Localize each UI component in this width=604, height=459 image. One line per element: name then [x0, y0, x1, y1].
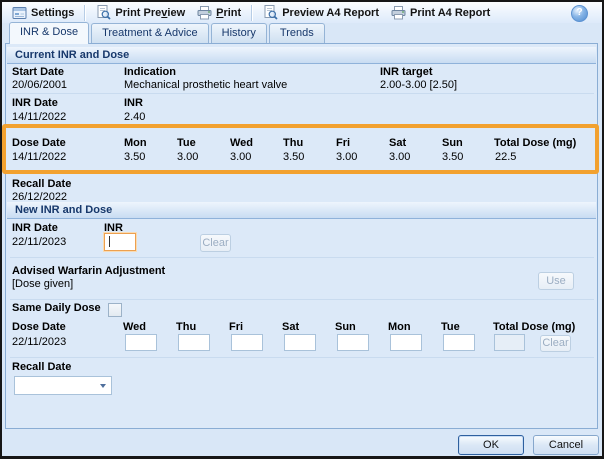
- help-button[interactable]: ?: [571, 5, 588, 22]
- inr-dose-dialog: Settings Print Preview Print Preview A4 …: [0, 0, 604, 459]
- clear-inr-button[interactable]: Clear: [200, 234, 231, 252]
- preview-a4-report-label: Preview A4 Report: [282, 7, 379, 19]
- current-dose-date-value: 14/11/2022: [12, 151, 66, 163]
- current-day-header-sun: Sun: [442, 137, 463, 149]
- current-dose-wed: 3.00: [230, 151, 251, 163]
- toolbar: Settings Print Preview Print Preview A4 …: [2, 2, 602, 23]
- same-daily-dose-label: Same Daily Dose: [12, 302, 101, 314]
- current-day-header-fri: Fri: [336, 137, 350, 149]
- current-total-dose-value: 22.5: [495, 151, 516, 163]
- print-a4-report-button[interactable]: Print A4 Report: [385, 5, 496, 21]
- advised-adjustment-value: [Dose given]: [12, 278, 73, 290]
- new-inr-date-value: 22/11/2023: [12, 236, 66, 248]
- print-preview-button[interactable]: Print Preview: [90, 4, 191, 21]
- current-inr-date-label: INR Date: [12, 97, 58, 109]
- dose-input-fri[interactable]: [231, 334, 263, 351]
- current-dose-fri: 3.00: [336, 151, 357, 163]
- new-recall-date-label: Recall Date: [12, 361, 71, 373]
- new-total-dose-box: [494, 334, 525, 351]
- row-divider: [10, 299, 594, 300]
- same-daily-dose-checkbox[interactable]: [108, 303, 122, 317]
- chevron-down-icon: [100, 384, 106, 388]
- current-day-header-sat: Sat: [389, 137, 406, 149]
- dose-input-sat[interactable]: [284, 334, 316, 351]
- recall-date-dropdown[interactable]: [14, 376, 112, 395]
- new-day-header-fri: Fri: [229, 321, 243, 333]
- new-total-dose-label: Total Dose (mg): [493, 321, 575, 333]
- new-day-header-wed: Wed: [123, 321, 146, 333]
- current-dose-sat: 3.00: [389, 151, 410, 163]
- dose-input-mon[interactable]: [390, 334, 422, 351]
- toolbar-separator: [251, 5, 253, 21]
- inr-target-value: 2.00-3.00 [2.50]: [380, 79, 457, 91]
- current-inr-label: INR: [124, 97, 143, 109]
- current-day-header-tue: Tue: [177, 137, 196, 149]
- current-recall-date-label: Recall Date: [12, 178, 71, 190]
- indication-value: Mechanical prosthetic heart valve: [124, 79, 287, 91]
- current-inr-date-value: 14/11/2022: [12, 111, 66, 123]
- current-inr-value: 2.40: [124, 111, 145, 123]
- new-dose-date-value: 22/11/2023: [12, 336, 66, 348]
- dose-input-wed[interactable]: [125, 334, 157, 351]
- settings-icon: [12, 6, 27, 20]
- cancel-button[interactable]: Cancel: [533, 435, 599, 455]
- ok-button[interactable]: OK: [458, 435, 524, 455]
- new-day-header-sat: Sat: [282, 321, 299, 333]
- new-day-header-mon: Mon: [388, 321, 411, 333]
- print-a4-report-icon: [391, 6, 406, 20]
- tab-inr-and-dose[interactable]: INR & Dose: [9, 22, 89, 44]
- indication-label: Indication: [124, 66, 176, 78]
- start-date-label: Start Date: [12, 66, 64, 78]
- settings-button[interactable]: Settings: [6, 5, 80, 21]
- current-total-dose-label: Total Dose (mg): [494, 137, 576, 149]
- toolbar-separator: [84, 5, 86, 21]
- text-caret: [109, 236, 110, 247]
- new-dose-date-label: Dose Date: [12, 321, 66, 333]
- start-date-value: 20/06/2001: [12, 79, 67, 91]
- print-icon: [197, 6, 212, 20]
- tab-treatment-and-advice[interactable]: Treatment & Advice: [91, 23, 209, 43]
- new-day-header-tue: Tue: [441, 321, 460, 333]
- print-label: Print: [216, 7, 241, 19]
- current-day-header-mon: Mon: [124, 137, 147, 149]
- new-day-header-sun: Sun: [335, 321, 356, 333]
- current-dose-mon: 3.50: [124, 151, 145, 163]
- current-dose-date-label: Dose Date: [12, 137, 66, 149]
- print-button[interactable]: Print: [191, 5, 247, 21]
- current-dose-tue: 3.00: [177, 151, 198, 163]
- row-divider: [10, 257, 594, 258]
- new-day-header-thu: Thu: [176, 321, 196, 333]
- print-preview-label: Print Preview: [115, 7, 185, 19]
- new-section-header: New INR and Dose: [7, 202, 596, 219]
- current-section-title: Current INR and Dose: [7, 47, 129, 63]
- tab-history[interactable]: History: [211, 23, 267, 43]
- dose-input-tue[interactable]: [443, 334, 475, 351]
- clear-dose-button[interactable]: Clear: [540, 335, 571, 352]
- new-inr-date-label: INR Date: [12, 222, 58, 234]
- dose-input-thu[interactable]: [178, 334, 210, 351]
- current-section-header: Current INR and Dose: [7, 47, 596, 64]
- print-preview-icon: [96, 5, 111, 20]
- use-button[interactable]: Use: [538, 272, 574, 290]
- row-divider: [10, 357, 594, 358]
- tab-bar: INR & Dose Treatment & Advice History Tr…: [2, 23, 602, 43]
- print-a4-report-label: Print A4 Report: [410, 7, 490, 19]
- content-panel: [5, 43, 598, 429]
- preview-a4-report-button[interactable]: Preview A4 Report: [257, 4, 385, 21]
- row-divider: [10, 93, 594, 94]
- dose-input-sun[interactable]: [337, 334, 369, 351]
- current-dose-thu: 3.50: [283, 151, 304, 163]
- inr-target-label: INR target: [380, 66, 433, 78]
- new-section-title: New INR and Dose: [7, 202, 112, 218]
- current-dose-sun: 3.50: [442, 151, 463, 163]
- advised-adjustment-label: Advised Warfarin Adjustment: [12, 265, 165, 277]
- settings-label: Settings: [31, 7, 74, 19]
- current-day-header-wed: Wed: [230, 137, 253, 149]
- current-day-header-thu: Thu: [283, 137, 303, 149]
- tab-trends[interactable]: Trends: [269, 23, 325, 43]
- preview-a4-report-icon: [263, 5, 278, 20]
